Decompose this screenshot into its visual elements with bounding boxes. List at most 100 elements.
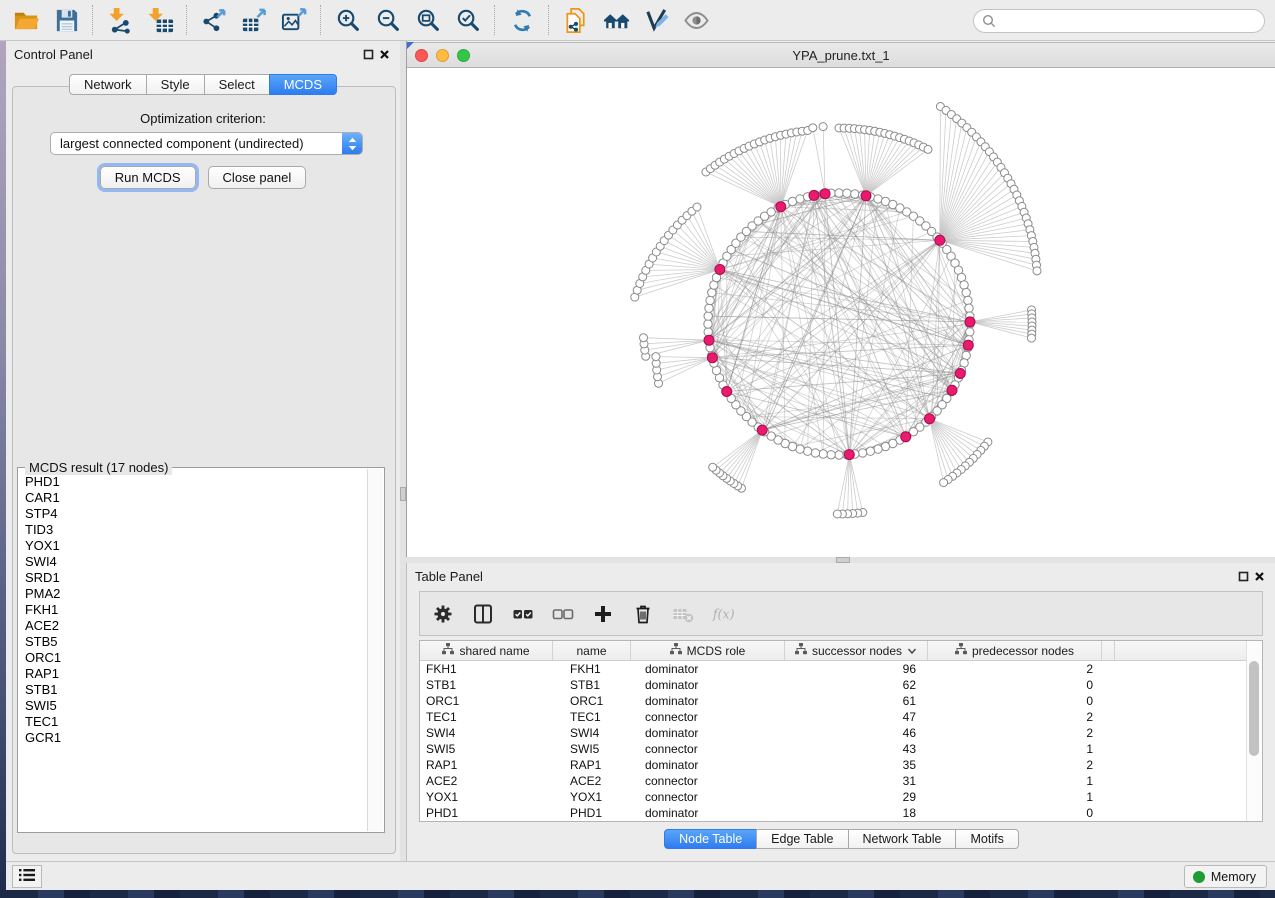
cell-mcds-role[interactable]: dominator (631, 694, 785, 708)
cell-predecessor-nodes[interactable]: 2 (928, 758, 1102, 772)
tab-mcds[interactable]: MCDS (269, 74, 337, 95)
cell-shared-name[interactable]: RAP1 (420, 758, 553, 772)
table-row[interactable]: PHD1PHD1dominator180 (420, 805, 1247, 821)
mcds-result-item[interactable]: SRD1 (19, 570, 368, 586)
cell-name[interactable]: SWI5 (553, 742, 631, 756)
run-mcds-button[interactable]: Run MCDS (100, 166, 196, 189)
cell-successor-nodes[interactable]: 96 (785, 662, 928, 676)
cell-predecessor-nodes[interactable]: 2 (928, 726, 1102, 740)
table-row[interactable]: SWI5SWI5connector431 (420, 741, 1247, 757)
cell-shared-name[interactable]: YOX1 (420, 790, 553, 804)
cell-mcds-role[interactable]: connector (631, 710, 785, 724)
split-panel-button[interactable] (470, 601, 496, 627)
table-row[interactable]: SWI4SWI4dominator462 (420, 725, 1247, 741)
cell-shared-name[interactable]: SWI5 (420, 742, 553, 756)
scrollbar-thumb[interactable] (1249, 661, 1259, 756)
cell-name[interactable]: ORC1 (553, 694, 631, 708)
criterion-dropdown[interactable]: largest connected component (undirected) (50, 132, 363, 155)
float-panel-icon[interactable] (360, 46, 376, 62)
cell-name[interactable]: FKH1 (553, 662, 631, 676)
mcds-result-item[interactable]: STB5 (19, 634, 368, 650)
close-panel-icon[interactable] (1251, 568, 1267, 584)
cell-predecessor-nodes[interactable]: 2 (928, 662, 1102, 676)
cell-name[interactable]: ACE2 (553, 774, 631, 788)
import-table-button[interactable] (140, 3, 180, 37)
add-column-button[interactable] (590, 601, 616, 627)
tab-network-table[interactable]: Network Table (848, 829, 957, 849)
close-panel-button[interactable]: Close panel (208, 166, 307, 189)
mcds-result-item[interactable]: CAR1 (19, 490, 368, 506)
refresh-network-button[interactable] (502, 3, 542, 37)
cell-name[interactable]: STB1 (553, 678, 631, 692)
cell-predecessor-nodes[interactable]: 0 (928, 806, 1102, 820)
tab-network[interactable]: Network (69, 74, 147, 95)
cell-name[interactable]: TEC1 (553, 710, 631, 724)
cell-predecessor-nodes[interactable]: 1 (928, 774, 1102, 788)
table-settings-button[interactable] (430, 601, 456, 627)
tab-motifs[interactable]: Motifs (955, 829, 1018, 849)
cell-name[interactable]: YOX1 (553, 790, 631, 804)
table-row[interactable]: STB1STB1dominator620 (420, 677, 1247, 693)
cell-successor-nodes[interactable]: 35 (785, 758, 928, 772)
cell-successor-nodes[interactable]: 29 (785, 790, 928, 804)
table-scrollbar[interactable] (1246, 641, 1262, 821)
tab-select[interactable]: Select (204, 74, 270, 95)
mcds-result-item[interactable]: SWI5 (19, 698, 368, 714)
zoom-selected-button[interactable] (448, 3, 488, 37)
cell-successor-nodes[interactable]: 43 (785, 742, 928, 756)
column-header-name[interactable]: name (553, 641, 631, 660)
export-table-button[interactable] (234, 3, 274, 37)
cell-mcds-role[interactable]: dominator (631, 806, 785, 820)
select-all-rows-button[interactable] (510, 601, 536, 627)
mcds-result-item[interactable]: STP4 (19, 506, 368, 522)
zoom-fit-button[interactable] (408, 3, 448, 37)
open-file-button[interactable] (6, 3, 46, 37)
apply-style-button[interactable] (636, 3, 676, 37)
tab-style[interactable]: Style (146, 74, 205, 95)
cell-mcds-role[interactable]: dominator (631, 726, 785, 740)
zoom-out-button[interactable] (368, 3, 408, 37)
hide-preview-button[interactable] (676, 3, 716, 37)
table-row[interactable]: FKH1FKH1dominator962 (420, 661, 1247, 677)
cell-shared-name[interactable]: ORC1 (420, 694, 553, 708)
cell-mcds-role[interactable]: connector (631, 742, 785, 756)
mcds-result-item[interactable]: PHD1 (19, 474, 368, 490)
mcds-result-list[interactable]: PHD1CAR1STP4TID3YOX1SWI4SRD1PMA2FKH1ACE2… (19, 474, 368, 831)
column-header-shared-name[interactable]: shared name (420, 641, 553, 660)
cell-mcds-role[interactable]: connector (631, 790, 785, 804)
cell-successor-nodes[interactable]: 62 (785, 678, 928, 692)
cell-shared-name[interactable]: PHD1 (420, 806, 553, 820)
mcds-result-item[interactable]: SWI4 (19, 554, 368, 570)
cell-mcds-role[interactable]: dominator (631, 678, 785, 692)
import-network-button[interactable] (100, 3, 140, 37)
mcds-result-item[interactable]: RAP1 (19, 666, 368, 682)
mcds-result-item[interactable]: PMA2 (19, 586, 368, 602)
export-network-button[interactable] (194, 3, 234, 37)
mcds-result-item[interactable]: TEC1 (19, 714, 368, 730)
column-header-predecessor-nodes[interactable]: predecessor nodes (928, 641, 1102, 660)
cell-shared-name[interactable]: STB1 (420, 678, 553, 692)
network-home-search-button[interactable] (596, 3, 636, 37)
mcds-list-scrollbar[interactable] (367, 469, 383, 831)
network-window-titlebar[interactable]: YPA_prune.txt_1 (407, 42, 1275, 68)
close-panel-icon[interactable] (376, 46, 392, 62)
mcds-result-item[interactable]: YOX1 (19, 538, 368, 554)
cell-predecessor-nodes[interactable]: 2 (928, 710, 1102, 724)
cell-successor-nodes[interactable]: 18 (785, 806, 928, 820)
table-row[interactable]: RAP1RAP1dominator352 (420, 757, 1247, 773)
tab-edge-table[interactable]: Edge Table (756, 829, 848, 849)
column-header-successor-nodes[interactable]: successor nodes (785, 641, 928, 660)
cell-shared-name[interactable]: TEC1 (420, 710, 553, 724)
network-document-share-button[interactable] (556, 3, 596, 37)
table-row[interactable]: TEC1TEC1connector472 (420, 709, 1247, 725)
cell-predecessor-nodes[interactable]: 1 (928, 742, 1102, 756)
cell-shared-name[interactable]: ACE2 (420, 774, 553, 788)
cell-name[interactable]: SWI4 (553, 726, 631, 740)
cell-successor-nodes[interactable]: 61 (785, 694, 928, 708)
cell-name[interactable]: PHD1 (553, 806, 631, 820)
cell-name[interactable]: RAP1 (553, 758, 631, 772)
network-graph[interactable] (407, 68, 1274, 557)
deselect-all-rows-button[interactable] (550, 601, 576, 627)
cell-successor-nodes[interactable]: 47 (785, 710, 928, 724)
mcds-result-item[interactable]: GCR1 (19, 730, 368, 746)
